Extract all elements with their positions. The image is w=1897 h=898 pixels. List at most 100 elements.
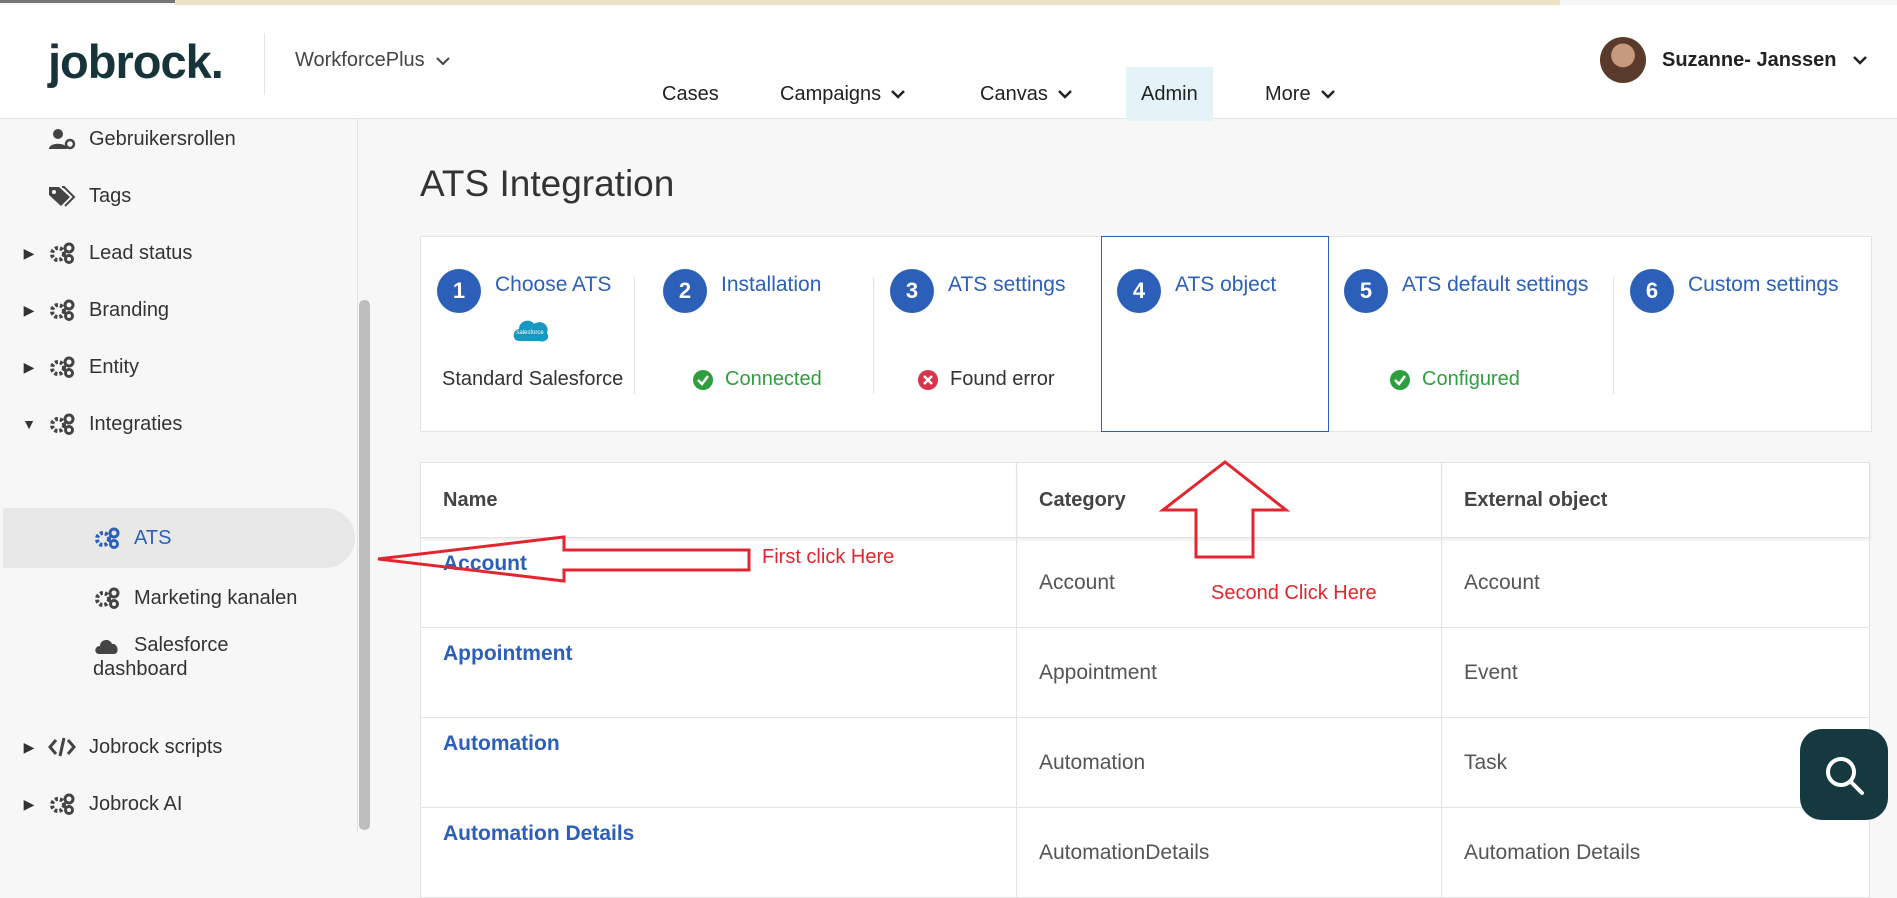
sidebar-item-label: Gebruikersrollen xyxy=(89,127,236,150)
nav-admin-label: Admin xyxy=(1141,82,1198,105)
step-custom-settings[interactable]: 6 Custom settings xyxy=(1614,237,1869,431)
nav-more[interactable]: More xyxy=(1250,67,1350,121)
caret-right-icon: ▶ xyxy=(23,244,35,261)
nav-cases[interactable]: Cases xyxy=(647,67,734,121)
cogs-icon xyxy=(47,413,77,435)
step-choose-ats[interactable]: 1 Choose ATS salesforce Standard Salesfo… xyxy=(421,237,647,431)
search-icon xyxy=(1826,756,1864,795)
user-cog-icon xyxy=(47,128,77,150)
check-circle-icon xyxy=(1390,369,1410,390)
table-row: Automation Details AutomationDetails Aut… xyxy=(420,807,1870,898)
step-number: 6 xyxy=(1630,269,1674,313)
step-number: 5 xyxy=(1344,269,1388,313)
caret-down-icon: ▼ xyxy=(22,416,36,432)
step-status-text: Connected xyxy=(725,368,822,390)
column-header-category[interactable]: Category xyxy=(1016,462,1442,538)
sidebar: Gebruikersrollen Tags ▶ Lead status ▶ Br… xyxy=(0,119,358,832)
object-external: Event xyxy=(1441,627,1870,718)
cogs-icon xyxy=(92,527,122,549)
step-title: Installation xyxy=(721,273,822,296)
sidebar-item-salesforce-dashboard[interactable]: Salesforce dashboard xyxy=(0,633,357,689)
sidebar-item-jobrock-scripts[interactable]: ▶ Jobrock scripts xyxy=(0,727,357,767)
step-number: 3 xyxy=(890,269,934,313)
chevron-down-icon xyxy=(891,89,906,99)
code-icon xyxy=(47,736,77,758)
cogs-icon xyxy=(47,356,77,378)
sidebar-item-tags[interactable]: Tags xyxy=(0,176,357,216)
sidebar-item-label: Salesforce xyxy=(134,634,229,656)
nav-canvas[interactable]: Canvas xyxy=(965,67,1087,121)
cogs-icon xyxy=(47,299,77,321)
object-name-link[interactable]: Appointment xyxy=(420,627,1017,718)
nav-canvas-label: Canvas xyxy=(980,82,1048,105)
chevron-down-icon xyxy=(1057,89,1072,99)
object-category: Appointment xyxy=(1016,627,1442,718)
app-header: jobrock. WorkforcePlus Cases Campaigns C… xyxy=(0,5,1897,121)
step-status: Connected xyxy=(693,368,822,391)
table-row: Appointment Appointment Event xyxy=(420,627,1870,718)
sidebar-item-label: Integraties xyxy=(89,412,183,435)
sidebar-item-label: Jobrock AI xyxy=(89,792,183,815)
avatar xyxy=(1600,37,1646,83)
sidebar-item-ats[interactable]: ATS xyxy=(3,508,355,568)
jobrock-logo[interactable]: jobrock. xyxy=(48,34,224,89)
workspace-switcher[interactable]: WorkforcePlus xyxy=(295,49,451,72)
object-category: Automation xyxy=(1016,717,1442,808)
object-external: Automation Details xyxy=(1441,807,1870,898)
step-number: 2 xyxy=(663,269,707,313)
object-external: Account xyxy=(1441,537,1870,628)
ats-object-table: Name Category External object Account Ac… xyxy=(420,462,1870,898)
workspace-label: WorkforcePlus xyxy=(295,49,425,71)
sidebar-item-branding[interactable]: ▶ Branding xyxy=(0,290,357,330)
nav-admin[interactable]: Admin xyxy=(1126,67,1213,121)
chevron-down-icon xyxy=(1852,55,1867,65)
step-ats-settings[interactable]: 3 ATS settings Found error xyxy=(874,237,1101,431)
table-row: Account Account Account xyxy=(420,537,1870,628)
sidebar-item-label-2: dashboard xyxy=(93,658,188,680)
sidebar-item-integraties[interactable]: ▼ Integraties xyxy=(0,404,357,444)
column-header-name[interactable]: Name xyxy=(420,462,1017,538)
object-name-link[interactable]: Account xyxy=(420,537,1017,628)
step-title: ATS default settings xyxy=(1402,273,1589,296)
step-number: 4 xyxy=(1117,269,1161,313)
second-click-annotation: Second Click Here xyxy=(1211,582,1377,604)
step-number: 1 xyxy=(437,269,481,313)
step-title: Choose ATS xyxy=(495,273,612,296)
column-header-external-object[interactable]: External object xyxy=(1442,463,1870,538)
cogs-icon xyxy=(47,242,77,264)
user-menu[interactable]: Suzanne- Janssen xyxy=(1600,37,1867,83)
sidebar-item-label: Tags xyxy=(89,184,132,207)
sidebar-item-label: Marketing kanalen xyxy=(134,586,298,609)
step-installation[interactable]: 2 Installation Connected xyxy=(647,237,874,431)
object-name-link[interactable]: Automation xyxy=(420,717,1017,808)
object-category: AutomationDetails xyxy=(1016,807,1442,898)
table-header-row: Name Category External object xyxy=(420,462,1870,538)
check-circle-icon xyxy=(693,369,713,390)
object-name-link[interactable]: Automation Details xyxy=(420,807,1017,898)
top-strip-left xyxy=(0,0,175,3)
cogs-icon xyxy=(47,793,77,815)
sidebar-item-label: ATS xyxy=(134,526,172,549)
step-status-text: Configured xyxy=(1422,368,1520,390)
chevron-down-icon xyxy=(435,56,450,65)
sidebar-item-entity[interactable]: ▶ Entity xyxy=(0,347,357,387)
nav-campaigns[interactable]: Campaigns xyxy=(765,67,920,121)
sidebar-item-jobrock-ai[interactable]: ▶ Jobrock AI xyxy=(0,784,357,824)
caret-right-icon: ▶ xyxy=(23,738,35,755)
error-circle-icon xyxy=(918,369,938,390)
step-ats-object[interactable]: 4 ATS object xyxy=(1101,236,1329,432)
sidebar-item-gebruikersrollen[interactable]: Gebruikersrollen xyxy=(0,119,357,159)
sidebar-scrollbar[interactable] xyxy=(359,300,370,830)
tags-icon xyxy=(47,185,77,207)
step-ats-default-settings[interactable]: 5 ATS default settings Configured xyxy=(1328,237,1614,431)
first-click-annotation: First click Here xyxy=(762,546,895,568)
sidebar-item-lead-status[interactable]: ▶ Lead status xyxy=(0,233,357,273)
nav-more-label: More xyxy=(1265,82,1311,105)
step-title: Custom settings xyxy=(1688,273,1839,296)
step-title: ATS settings xyxy=(948,273,1066,296)
user-name: Suzanne- Janssen xyxy=(1662,48,1837,71)
step-title: ATS object xyxy=(1175,273,1277,296)
sidebar-item-label: Jobrock scripts xyxy=(89,735,223,758)
sidebar-item-marketing-kanalen[interactable]: Marketing kanalen xyxy=(0,578,357,618)
help-search-button[interactable] xyxy=(1800,729,1888,820)
